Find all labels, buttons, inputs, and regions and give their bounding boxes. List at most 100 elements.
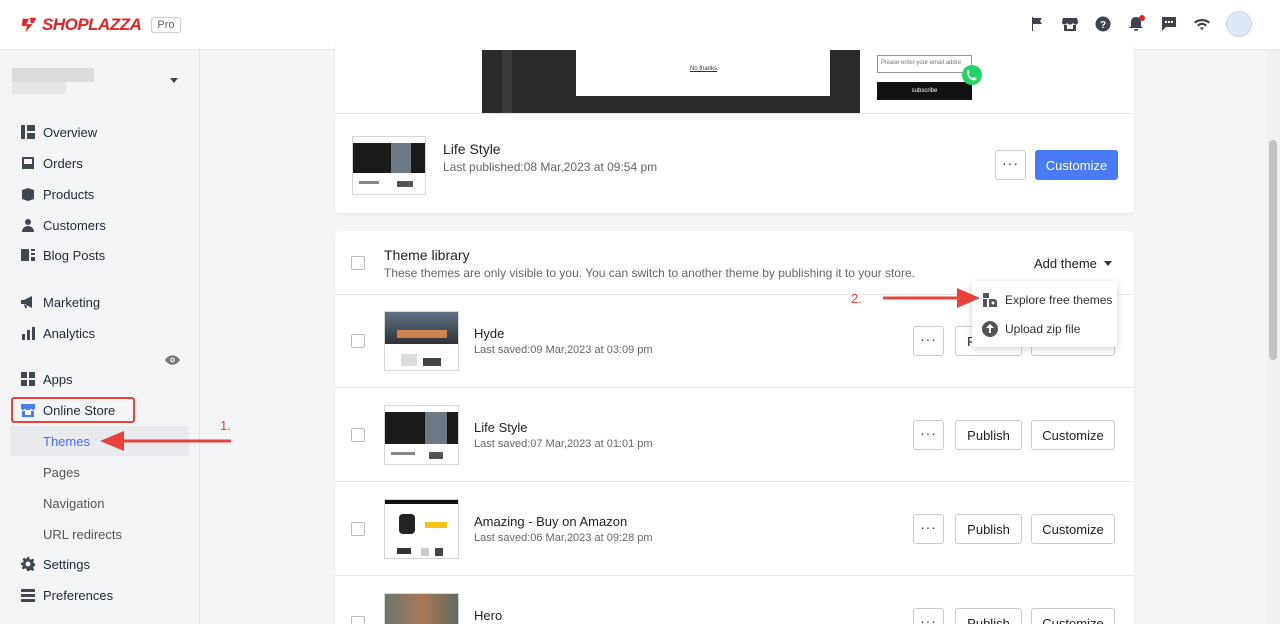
row-checkbox[interactable] bbox=[351, 428, 365, 442]
customize-current-theme-button[interactable]: Customize bbox=[1035, 150, 1118, 180]
top-icons: ? bbox=[1028, 11, 1252, 37]
customers-icon bbox=[20, 217, 36, 233]
explore-free-themes-label: Explore free themes bbox=[1005, 293, 1113, 307]
theme-preview: No thanks Please enter your email addre … bbox=[476, 50, 995, 114]
brand-name: SHOPLAZZA bbox=[42, 14, 142, 34]
brand-logo[interactable]: SHOPLAZZA bbox=[20, 14, 142, 35]
preview-no-thanks: No thanks bbox=[690, 66, 718, 72]
sidebar-item-label: Analytics bbox=[43, 325, 96, 341]
theme-name: Hero bbox=[474, 608, 503, 623]
annotation-step-1: 1. bbox=[220, 418, 231, 433]
sidebar-item-blog-posts[interactable]: Blog Posts bbox=[20, 244, 105, 266]
current-theme-thumbnail bbox=[352, 136, 426, 195]
user-avatar[interactable] bbox=[1226, 11, 1252, 37]
theme-tag-icon bbox=[983, 293, 997, 307]
current-theme-more-button[interactable]: ··· bbox=[995, 150, 1026, 180]
sidebar-item-customers[interactable]: Customers bbox=[20, 214, 106, 236]
sidebar-item-analytics[interactable]: Analytics bbox=[20, 322, 95, 344]
theme-more-button[interactable]: ··· bbox=[913, 608, 944, 624]
add-theme-label: Add theme bbox=[1034, 256, 1097, 271]
sidebar-item-settings[interactable]: Settings bbox=[20, 553, 90, 575]
themes-active-bg bbox=[10, 426, 189, 456]
sidebar-item-overview[interactable]: Overview bbox=[20, 121, 97, 143]
more-dots-icon: ··· bbox=[920, 425, 937, 441]
theme-more-button[interactable]: ··· bbox=[913, 514, 944, 544]
explore-free-themes-item[interactable]: Explore free themes bbox=[982, 292, 1112, 308]
plan-badge: Pro bbox=[151, 16, 181, 33]
hyde-thumbnail bbox=[384, 311, 459, 371]
sidebar-item-label: Preferences bbox=[43, 587, 114, 603]
sidebar-item-marketing[interactable]: Marketing bbox=[20, 291, 100, 313]
publish-button[interactable]: Publish bbox=[955, 420, 1022, 450]
page-scrollbar[interactable] bbox=[1266, 50, 1280, 624]
sidebar-item-label: Orders bbox=[43, 155, 83, 171]
upload-icon bbox=[982, 321, 998, 337]
sidebar-subitem-themes[interactable]: Themes bbox=[43, 434, 90, 449]
sidebar-item-online-store[interactable]: Online Store bbox=[20, 399, 115, 421]
customize-button[interactable]: Customize bbox=[1031, 608, 1115, 624]
store-selector[interactable] bbox=[12, 68, 186, 96]
row-divider bbox=[335, 575, 1134, 576]
theme-name: Hyde bbox=[474, 326, 505, 341]
row-checkbox[interactable] bbox=[351, 522, 365, 536]
sidebar-item-products[interactable]: Products bbox=[20, 183, 94, 205]
marketing-icon bbox=[20, 294, 36, 310]
sidebar-subitem-url-redirects[interactable]: URL redirects bbox=[43, 527, 122, 542]
orders-icon bbox=[20, 155, 36, 171]
select-all-checkbox[interactable] bbox=[351, 256, 365, 270]
card-divider bbox=[335, 113, 1134, 114]
store-icon[interactable] bbox=[1061, 15, 1079, 33]
theme-last-saved: Last saved:07 Mar,2023 at 01:01 pm bbox=[474, 438, 653, 450]
publish-button[interactable]: Publish bbox=[955, 608, 1022, 624]
sidebar-subitem-pages[interactable]: Pages bbox=[43, 465, 80, 480]
hero-thumbnail bbox=[384, 593, 459, 624]
current-theme-name: Life Style bbox=[443, 141, 501, 157]
notification-dot bbox=[1139, 15, 1145, 21]
theme-library-subtitle: These themes are only visible to you. Yo… bbox=[384, 266, 915, 280]
eye-icon[interactable] bbox=[165, 355, 180, 365]
sidebar-item-label: Apps bbox=[43, 371, 73, 387]
upload-zip-file-item[interactable]: Upload zip file bbox=[982, 321, 1080, 337]
scrollbar-thumb[interactable] bbox=[1269, 140, 1277, 360]
theme-last-saved: Last saved:06 Mar,2023 at 09:28 pm bbox=[474, 532, 653, 544]
logo-mark-icon bbox=[21, 17, 37, 32]
bell-icon[interactable] bbox=[1127, 15, 1145, 33]
add-theme-button[interactable]: Add theme bbox=[1034, 256, 1112, 271]
sidebar-subitem-navigation[interactable]: Navigation bbox=[43, 496, 104, 511]
row-checkbox[interactable] bbox=[351, 334, 365, 348]
wifi-icon[interactable] bbox=[1193, 15, 1211, 33]
theme-more-button[interactable]: ··· bbox=[913, 326, 944, 356]
sidebar-item-label: Online Store bbox=[43, 402, 116, 418]
more-dots-icon: ··· bbox=[920, 519, 937, 535]
add-theme-dropdown: Explore free themes Upload zip file bbox=[972, 281, 1117, 347]
preferences-icon bbox=[20, 587, 36, 603]
theme-more-button[interactable]: ··· bbox=[913, 420, 944, 450]
sidebar-item-label: Settings bbox=[43, 556, 90, 572]
life-style-thumbnail bbox=[384, 405, 459, 465]
preview-popup: No thanks bbox=[576, 50, 830, 96]
row-divider bbox=[335, 387, 1134, 388]
flag-icon[interactable] bbox=[1028, 15, 1046, 33]
overview-icon bbox=[20, 124, 36, 140]
svg-text:?: ? bbox=[1100, 20, 1106, 31]
annotation-step-2: 2. bbox=[851, 291, 862, 306]
amazing-thumbnail bbox=[384, 499, 459, 559]
customize-button[interactable]: Customize bbox=[1031, 514, 1115, 544]
customize-button[interactable]: Customize bbox=[1031, 420, 1115, 450]
sidebar-item-label: Marketing bbox=[43, 294, 101, 310]
sidebar-item-orders[interactable]: Orders bbox=[20, 152, 83, 174]
help-icon[interactable]: ? bbox=[1094, 15, 1112, 33]
publish-button[interactable]: Publish bbox=[955, 514, 1022, 544]
theme-name: Life Style bbox=[474, 420, 528, 435]
preview-hero-image: No thanks bbox=[482, 50, 860, 114]
preview-subscribe-button: subscribe bbox=[877, 82, 972, 100]
sidebar-item-label: Products bbox=[43, 186, 95, 202]
sidebar-item-apps[interactable]: Apps bbox=[20, 368, 73, 390]
chat-icon[interactable] bbox=[1160, 15, 1178, 33]
analytics-icon bbox=[20, 325, 36, 341]
sidebar-item-label: Customers bbox=[43, 217, 106, 233]
row-checkbox[interactable] bbox=[351, 616, 365, 624]
row-divider bbox=[335, 481, 1134, 482]
blog-icon bbox=[20, 247, 36, 263]
sidebar-item-preferences[interactable]: Preferences bbox=[20, 584, 113, 606]
